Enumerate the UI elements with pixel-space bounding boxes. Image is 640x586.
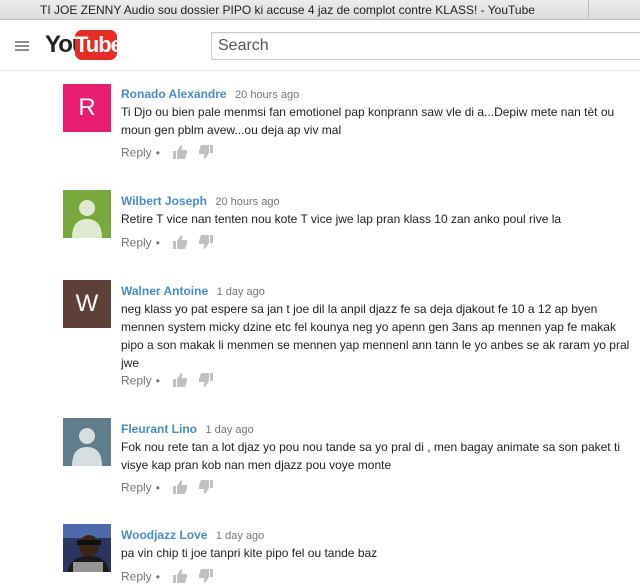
reply-button[interactable]: Reply [121,570,152,584]
comment-author[interactable]: Ronado Alexandre [121,87,227,101]
thumbs-up-icon[interactable] [173,569,188,586]
logo-tube-text: Tube [75,30,123,60]
comment-actions: Reply • [121,569,213,586]
reply-button[interactable]: Reply [121,481,152,495]
thumbs-up-icon[interactable] [173,373,188,390]
default-avatar-icon [63,418,111,466]
separator-dot: • [155,373,160,388]
reply-button[interactable]: Reply [121,146,152,160]
avatar[interactable] [63,524,111,572]
thumbs-down-icon[interactable] [198,373,213,390]
avatar[interactable] [63,190,111,238]
browser-title-bar: TI JOE ZENNY Audio sou dossier PIPO ki a… [0,0,640,20]
separator-dot: • [155,480,160,495]
thumbs-down-icon[interactable] [198,480,213,497]
comment-author[interactable]: Woodjazz Love [121,528,207,542]
masthead: You Tube [0,20,640,71]
thumbs-up-icon[interactable] [173,145,188,162]
comment-header: Woodjazz Love 1 day ago [121,526,264,544]
comment-time[interactable]: 1 day ago [217,286,265,298]
comment-header: Fleurant Lino 1 day ago [121,420,254,438]
comment-actions: Reply • [121,480,213,497]
thumbs-up-icon[interactable] [173,235,188,252]
separator-dot: • [155,145,160,160]
window-title: TI JOE ZENNY Audio sou dossier PIPO ki a… [40,3,535,17]
avatar-letter: W [63,280,111,328]
reply-button[interactable]: Reply [121,236,152,250]
avatar[interactable] [63,418,111,466]
thumbs-down-icon[interactable] [198,235,213,252]
comment-header: Wilbert Joseph 20 hours ago [121,192,280,210]
comment-time[interactable]: 20 hours ago [215,196,279,208]
comment-text: Fok nou rete tan a lot djaz yo pou nou t… [121,440,620,472]
comment-time[interactable]: 1 day ago [216,530,264,542]
user-photo-avatar [63,524,111,572]
comment-text: pa vin chip ti joe tanpri kite pipo fel … [121,546,378,560]
thumbs-down-icon[interactable] [198,145,213,162]
thumbs-up-icon[interactable] [173,480,188,497]
comment-header: Ronado Alexandre 20 hours ago [121,85,299,103]
comment-time[interactable]: 20 hours ago [235,89,299,101]
comment-time[interactable]: 1 day ago [205,424,253,436]
avatar[interactable]: R [63,84,111,132]
separator-dot: • [155,569,160,584]
search-input[interactable] [211,32,640,60]
thumbs-down-icon[interactable] [198,569,213,586]
tab-divider [588,0,589,20]
comment-header: Walner Antoine 1 day ago [121,282,265,300]
menu-icon[interactable] [15,41,29,51]
comment-actions: Reply • [121,145,213,162]
comment-author[interactable]: Walner Antoine [121,284,208,298]
comment-text: Ti Djo ou bien pale menmsi fan emotionel… [121,105,615,137]
default-avatar-icon [63,190,111,238]
reply-button[interactable]: Reply [121,374,152,388]
separator-dot: • [155,235,160,250]
comment-text: Retire T vice nan tenten nou kote T vice… [121,212,562,226]
comment-text: neg klass yo pat espere sa jan t joe dil… [121,302,630,370]
avatar-letter: R [63,84,111,132]
avatar[interactable]: W [63,280,111,328]
comment-actions: Reply • [121,235,213,252]
comment-author[interactable]: Wilbert Joseph [121,194,207,208]
comment-author[interactable]: Fleurant Lino [121,422,197,436]
comment-actions: Reply • [121,373,213,390]
